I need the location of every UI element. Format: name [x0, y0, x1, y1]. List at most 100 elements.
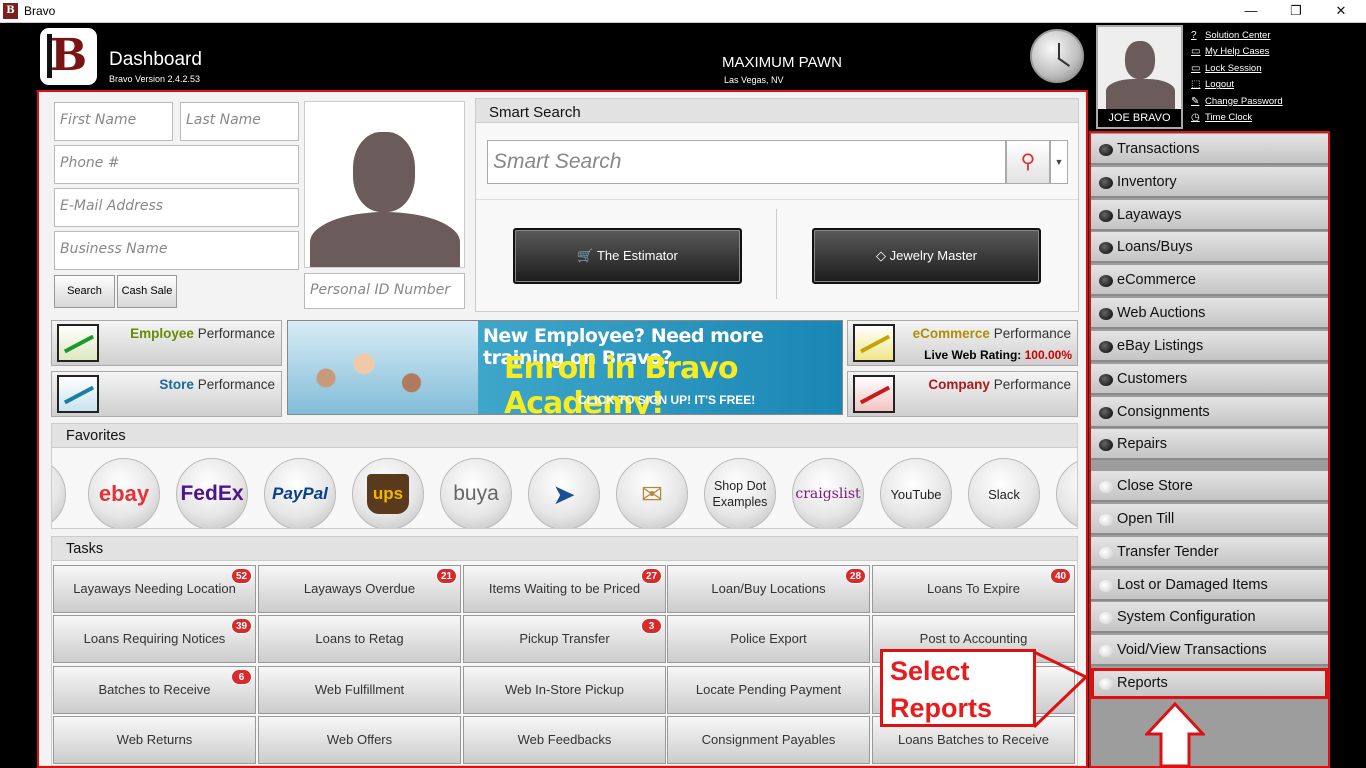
task-button[interactable]: Layaways Overdue 21 — [258, 565, 461, 613]
nav-item-ebay-listings[interactable]: eBay Listings — [1091, 331, 1328, 362]
task-button[interactable]: Police Export — [667, 615, 870, 663]
nav-item-label: Customers — [1117, 371, 1188, 387]
task-count-badge: 52 — [231, 568, 252, 584]
task-label: Loan/Buy Locations — [711, 581, 826, 596]
email-field[interactable]: E-Mail Address — [54, 188, 299, 227]
task-button[interactable]: Batches to Receive 6 — [53, 666, 256, 714]
nav-item-label: Loans/Buys — [1117, 239, 1193, 255]
nav-tool-reports[interactable]: Reports — [1091, 668, 1328, 699]
folder-icon: ▭ — [1191, 46, 1201, 58]
nav-item-customers[interactable]: Customers — [1091, 364, 1328, 395]
fedex-icon[interactable]: FedEx — [176, 458, 248, 528]
change-password-link[interactable]: ✎ Change Password — [1191, 93, 1283, 110]
youtube-icon[interactable]: YouTube — [880, 458, 952, 528]
store-city: Las Vegas, NV — [724, 75, 784, 85]
nav-tool-lost-or-damaged-items[interactable]: Lost or Damaged Items — [1091, 570, 1328, 601]
task-button[interactable]: Loans to Retag — [258, 615, 461, 663]
bullet-icon — [1099, 612, 1113, 624]
employee-performance-button[interactable]: Employee Performance — [51, 320, 282, 366]
cash-sale-button[interactable]: Cash Sale — [117, 275, 177, 308]
estimator-button[interactable]: 🛒 The Estimator — [513, 228, 742, 284]
task-button[interactable]: Loans To Expire 40 — [872, 565, 1075, 613]
maximize-button[interactable]: ❐ — [1273, 0, 1319, 23]
ecommerce-performance-button[interactable]: eCommerce Performance Live Web Rating: 1… — [847, 320, 1078, 366]
bullet-icon — [1099, 374, 1113, 386]
minimize-button[interactable]: — — [1228, 0, 1274, 23]
paypal-icon[interactable]: PayPal — [264, 458, 336, 528]
nav-tool-transfer-tender[interactable]: Transfer Tender — [1091, 537, 1328, 568]
nav-item-label: Consignments — [1117, 404, 1210, 420]
nav-item-layaways[interactable]: Layaways — [1091, 200, 1328, 231]
business-name-field[interactable]: Business Name — [54, 231, 299, 270]
user-avatar[interactable]: JOE BRAVO — [1096, 25, 1183, 129]
craigslist-icon[interactable]: craigslist — [792, 458, 864, 528]
first-name-field[interactable]: First Name — [54, 102, 173, 141]
my-help-cases-link[interactable]: ▭ My Help Cases — [1191, 44, 1283, 61]
nav-item-consignments[interactable]: Consignments — [1091, 397, 1328, 428]
store-performance-button[interactable]: Store Performance — [51, 371, 282, 417]
shop-dot-examples-icon[interactable]: Shop Dot Examples — [704, 458, 776, 528]
smart-search-panel: Smart Search Smart Search ⚲ ▼ 🛒 The Esti… — [475, 98, 1079, 312]
nav-tool-system-configuration[interactable]: System Configuration — [1091, 602, 1328, 633]
customer-photo[interactable] — [304, 101, 465, 268]
email-envelope-icon[interactable]: ✉ — [616, 458, 688, 528]
ups-icon[interactable]: ups — [352, 458, 424, 528]
task-button[interactable]: Web Returns — [53, 716, 256, 764]
bravo-logo: B — [40, 28, 97, 85]
nav-item-label: Inventory — [1117, 174, 1177, 190]
clock-small-icon: ◷ — [1191, 112, 1200, 124]
phone-field[interactable]: Phone # — [54, 145, 299, 184]
key-icon: ✎ — [1191, 95, 1200, 107]
time-clock-link[interactable]: ◷ Time Clock — [1191, 110, 1283, 127]
page-title: Dashboard — [109, 49, 202, 70]
task-button[interactable]: Web Feedbacks — [463, 716, 666, 764]
nav-item-loans-buys[interactable]: Loans/Buys — [1091, 232, 1328, 263]
nav-tool-label: Void/View Transactions — [1117, 642, 1267, 658]
buya-icon[interactable]: buya — [440, 458, 512, 528]
nav-item-inventory[interactable]: Inventory — [1091, 167, 1328, 198]
favorite-partial-icon[interactable] — [1056, 458, 1077, 528]
nav-item-repairs[interactable]: Repairs — [1091, 429, 1328, 460]
last-name-field[interactable]: Last Name — [180, 102, 299, 141]
nav-item-transactions[interactable]: Transactions — [1091, 134, 1328, 165]
clock-icon[interactable] — [1030, 29, 1084, 83]
search-button[interactable]: Search — [54, 275, 115, 308]
task-button[interactable]: Pickup Transfer 3 — [463, 615, 666, 663]
ebay-icon[interactable]: ebay — [88, 458, 160, 528]
task-button[interactable]: Loan/Buy Locations 28 — [667, 565, 870, 613]
close-button[interactable]: ✕ — [1318, 0, 1364, 23]
task-count-badge: 21 — [436, 568, 457, 584]
personal-id-field[interactable]: Personal ID Number — [304, 273, 465, 309]
solution-center-link[interactable]: ? Solution Center — [1191, 27, 1283, 44]
nav-tool-label: Open Till — [1117, 511, 1175, 527]
task-button[interactable]: Web In-Store Pickup — [463, 666, 666, 714]
task-button[interactable]: Locate Pending Payment — [667, 666, 870, 714]
lock-session-link[interactable]: ▭ Lock Session — [1191, 60, 1283, 77]
task-button[interactable]: Layaways Needing Location 52 — [53, 565, 256, 613]
smart-search-input[interactable]: Smart Search — [487, 140, 1006, 184]
nav-tool-void-view-transactions[interactable]: Void/View Transactions — [1091, 635, 1328, 666]
task-button[interactable]: Web Fulfillment — [258, 666, 461, 714]
nav-item-web-auctions[interactable]: Web Auctions — [1091, 298, 1328, 329]
bravo-academy-banner[interactable]: New Employee? Need more training on Brav… — [287, 320, 843, 415]
chart-up-icon — [57, 324, 99, 362]
task-button[interactable]: Loans Requiring Notices 39 — [53, 615, 256, 663]
task-button[interactable]: Web Offers — [258, 716, 461, 764]
task-label: Loans Batches to Receive — [897, 732, 1050, 747]
nav-tool-open-till[interactable]: Open Till — [1091, 504, 1328, 535]
chevron-down-icon[interactable]: ▼ — [1050, 140, 1068, 184]
close-store-icon — [1099, 481, 1113, 493]
jewelry-master-button[interactable]: ◇ Jewelry Master — [812, 228, 1041, 284]
tasks-title: Tasks — [52, 537, 1077, 561]
task-button[interactable]: Items Waiting to be Priced 27 — [463, 565, 666, 613]
slack-icon[interactable]: Slack — [968, 458, 1040, 528]
logout-link[interactable]: ⬚ Logout — [1191, 77, 1283, 94]
favorite-partial-icon[interactable] — [52, 458, 66, 528]
search-icon[interactable]: ⚲ — [1006, 140, 1050, 184]
company-performance-button[interactable]: Company Performance — [847, 371, 1078, 417]
nav-tool-label: Reports — [1117, 675, 1168, 691]
usps-icon[interactable]: ➤ — [528, 458, 600, 528]
nav-item-ecommerce[interactable]: eCommerce — [1091, 265, 1328, 296]
nav-tool-close-store[interactable]: Close Store — [1091, 471, 1328, 502]
task-button[interactable]: Consignment Payables — [667, 716, 870, 764]
